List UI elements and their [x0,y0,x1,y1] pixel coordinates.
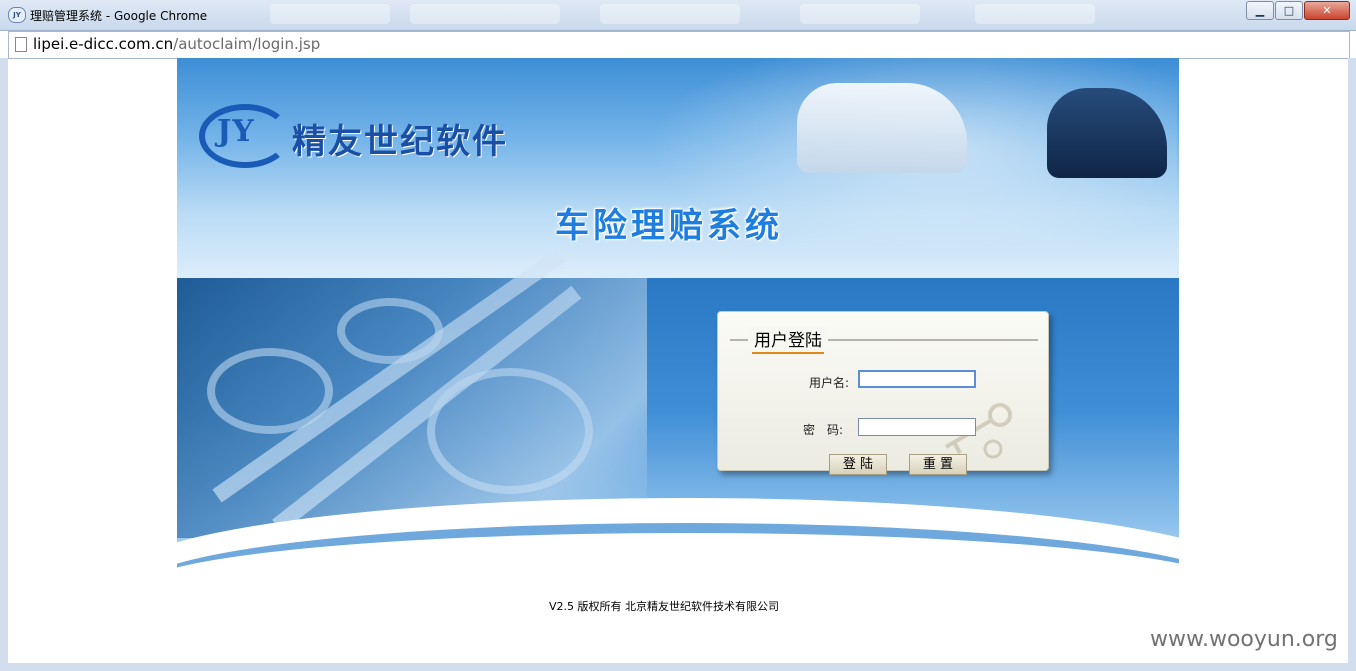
copyright-text: V2.5 版权所有 北京精友世纪软件技术有限公司 [0,598,1356,614]
title-underline [752,352,824,354]
username-label: 用户名: [809,376,850,390]
interchange-loop [337,298,443,364]
watermark: www.wooyun.org [1150,627,1338,652]
window-title: 理赔管理系统 - Google Chrome [30,9,208,23]
background-tab[interactable] [270,4,390,24]
background-tab[interactable] [410,4,560,24]
window-frame-left [0,58,8,671]
background-tab[interactable] [600,4,740,24]
app-icon: JY [8,7,26,23]
system-title: 车险理赔系统 [555,206,783,246]
login-panel: 用户登陆 用户名: 密 码: 登 陆 重 置 [717,311,1049,475]
window-controls: ▁ □ ✕ [1245,1,1350,20]
company-name: 精友世纪软件 [292,122,508,162]
window-frame-right [1348,58,1356,671]
address-bar[interactable]: lipei.e-dicc.com.cn/autoclaim/login.jsp [8,31,1350,59]
login-title: 用户登陆 [748,326,828,351]
background-tab[interactable] [800,4,920,24]
password-input[interactable] [858,418,976,436]
url-host: lipei.e-dicc.com.cn [33,35,174,53]
login-button[interactable]: 登 陆 [829,454,887,475]
logo-letters: JY [217,114,255,149]
url-text[interactable]: lipei.e-dicc.com.cn/autoclaim/login.jsp [33,35,320,53]
header-banner: JY 精友世纪软件 车险理赔系统 [177,58,1179,278]
window-titlebar: JY 理赔管理系统 - Google Chrome ▁ □ ✕ [0,0,1356,31]
page-content: JY 精友世纪软件 车险理赔系统 用户登陆 用户名: 密 码: 登 陆 重 置 [177,58,1179,610]
close-button[interactable]: ✕ [1304,1,1350,20]
password-label: 密 码: [803,423,844,437]
minimize-button[interactable]: ▁ [1246,1,1274,20]
reset-button[interactable]: 重 置 [909,454,967,475]
background-tab[interactable] [975,4,1095,24]
white-car-image [797,83,967,173]
interchange-loop [207,348,333,434]
username-input[interactable] [858,370,976,388]
interchange-loop [427,368,593,494]
url-path: /autoclaim/login.jsp [173,35,321,53]
copyright-label: V2.5 版权所有 北京精友世纪软件技术有限公司 [548,600,779,613]
page-icon [15,37,27,52]
maximize-button[interactable]: □ [1275,1,1303,20]
window-frame-bottom [0,663,1356,671]
login-background: 用户登陆 用户名: 密 码: 登 陆 重 置 [177,248,1179,610]
